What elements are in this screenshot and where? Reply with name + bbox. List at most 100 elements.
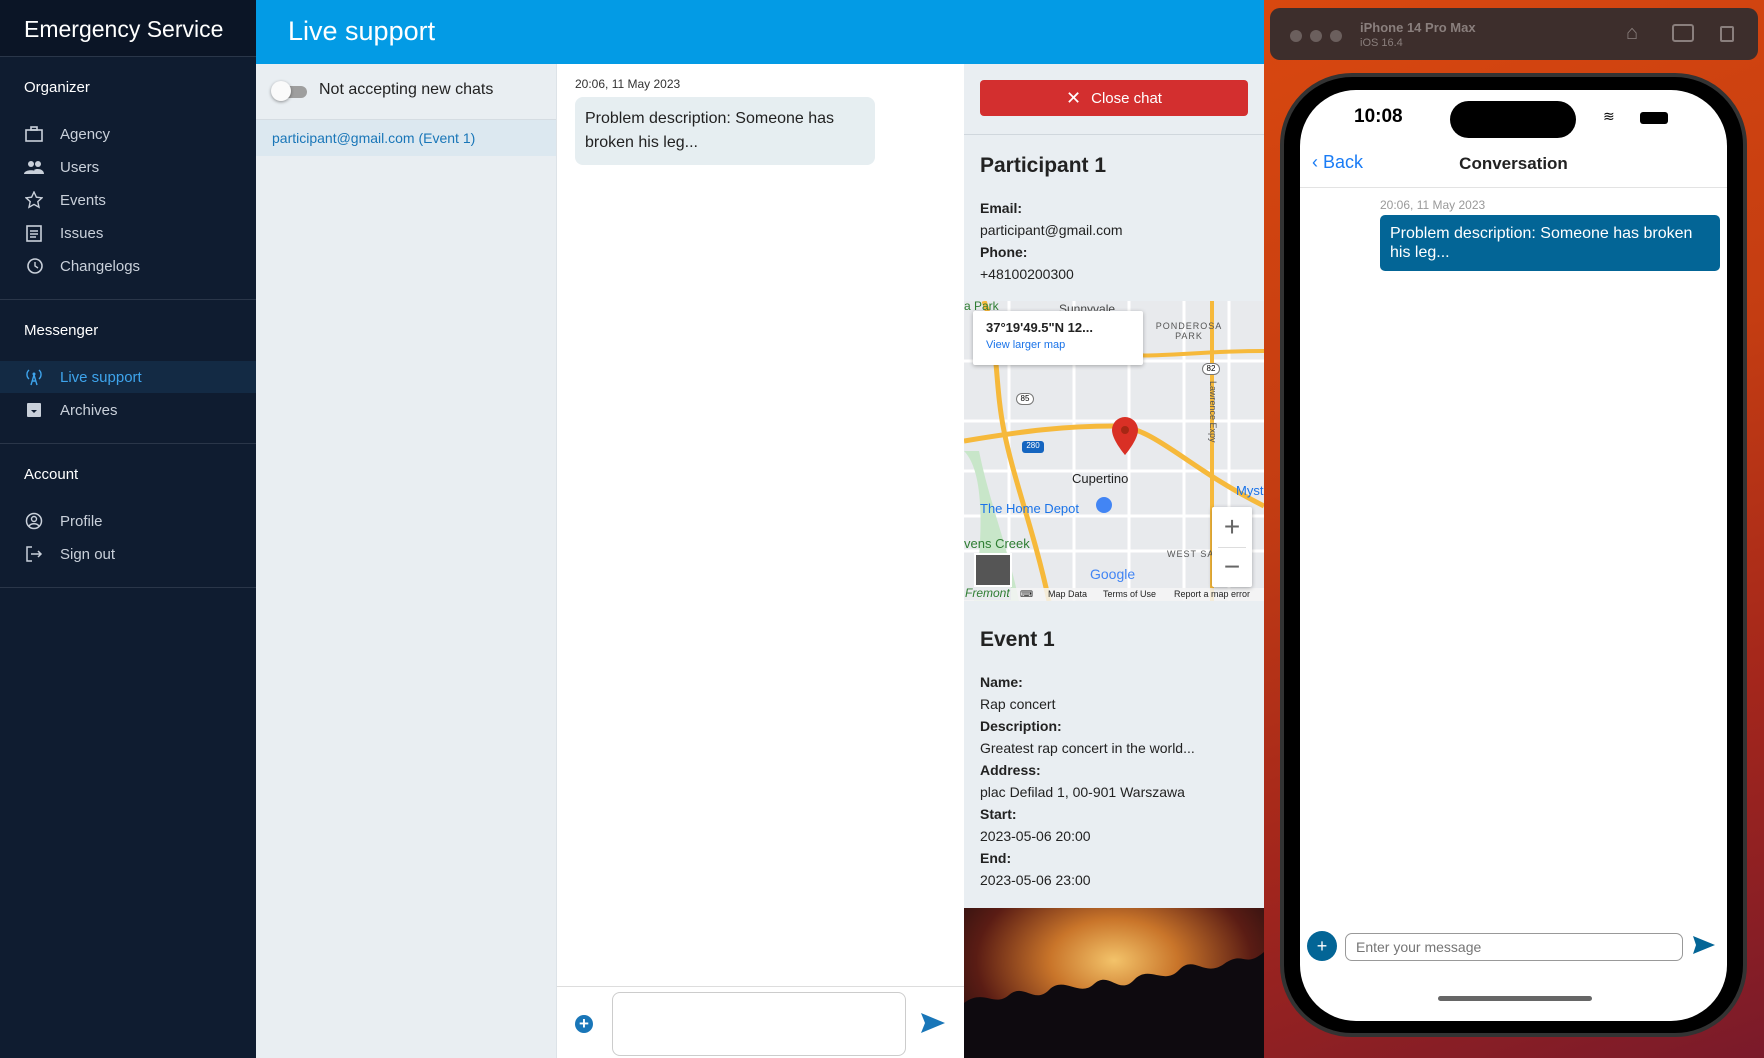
view-larger-map-link[interactable]: View larger map <box>986 339 1130 351</box>
phone-value: +48100200300 <box>980 266 1074 282</box>
divider <box>557 986 964 987</box>
address-label: Address: <box>980 762 1041 778</box>
message-input[interactable] <box>612 992 906 1056</box>
map-label: The Home Depot <box>980 501 1079 516</box>
archive-icon <box>24 400 44 420</box>
close-icon: ✕ <box>1066 87 1082 108</box>
map-label: Fremont <box>964 586 1011 600</box>
nav-title: Conversation <box>1459 154 1568 173</box>
map-label: Lawrence Expy <box>1208 381 1218 443</box>
sidebar-item-events[interactable]: Events <box>0 184 256 216</box>
window-close-button[interactable] <box>1290 30 1302 42</box>
close-chat-button[interactable]: ✕ Close chat <box>980 80 1248 116</box>
toggle-label: Not accepting new chats <box>319 81 494 98</box>
map-coordinates: 37°19'49.5"N 12... <box>986 320 1093 335</box>
satellite-toggle[interactable] <box>974 553 1012 587</box>
home-indicator <box>1438 996 1592 1001</box>
sidebar: Emergency Service Organizer Agency Users… <box>0 0 256 1058</box>
device-name: iPhone 14 Pro Max <box>1360 20 1476 35</box>
sidebar-item-users[interactable]: Users <box>0 151 256 183</box>
rotate-icon[interactable] <box>1720 26 1734 42</box>
attach-plus-icon[interactable]: + <box>575 1015 593 1033</box>
accepting-chats-toggle[interactable] <box>271 81 307 101</box>
zoom-in-button[interactable]: + <box>1212 507 1252 547</box>
sidebar-item-label: Changelogs <box>60 257 141 275</box>
star-icon <box>24 190 44 210</box>
route-shield: 280 <box>1022 441 1044 453</box>
google-logo: Google <box>1090 566 1136 582</box>
iphone-screen: 10:08 ≋ ‹ Back Conversation 20:06, 11 Ma… <box>1300 90 1727 1021</box>
chat-list-panel: Not accepting new chats participant@gmai… <box>256 64 557 1058</box>
shopping-pin-icon <box>1096 497 1112 513</box>
terms-link[interactable]: Terms of Use <box>1103 589 1156 599</box>
status-time: 10:08 <box>1354 106 1403 127</box>
map[interactable]: a Park Sunnyvale PONDEROSA PARK 82 85 28… <box>964 301 1264 601</box>
os-version: iOS 16.4 <box>1360 37 1403 49</box>
home-icon[interactable]: ⌂ <box>1626 22 1638 45</box>
map-data-link[interactable]: Map Data <box>1048 589 1087 599</box>
ios-simulator: iPhone 14 Pro Max iOS 16.4 ⌂ 10:08 ≋ ‹ B… <box>1264 0 1764 1058</box>
map-label: PONDEROSA PARK <box>1155 321 1223 341</box>
page-title: Live support <box>256 0 1264 64</box>
sidebar-item-sign-out[interactable]: Sign out <box>0 538 256 570</box>
message-time: 20:06, 11 May 2023 <box>1380 198 1486 212</box>
user-circle-icon <box>24 511 44 531</box>
address-value: plac Defilad 1, 00-901 Warszawa <box>980 784 1185 800</box>
sidebar-item-agency[interactable]: Agency <box>0 118 256 150</box>
app-brand: Emergency Service <box>0 0 256 57</box>
window-zoom-button[interactable] <box>1330 30 1342 42</box>
section-account: Account <box>24 466 79 483</box>
simulator-toolbar: iPhone 14 Pro Max iOS 16.4 ⌂ <box>1270 8 1758 60</box>
sidebar-item-label: Issues <box>60 224 104 242</box>
screenshot-icon[interactable] <box>1672 24 1694 42</box>
divider <box>964 134 1264 135</box>
map-label: Cupertino <box>1072 471 1129 486</box>
phone-label: Phone: <box>980 244 1028 260</box>
dynamic-island <box>1450 101 1576 138</box>
start-label: Start: <box>980 806 1017 822</box>
details-panel: ✕ Close chat Participant 1 Email: partici… <box>964 64 1264 1058</box>
sidebar-item-issues[interactable]: Issues <box>0 217 256 249</box>
section-organizer: Organizer <box>24 79 90 96</box>
route-shield: 82 <box>1202 363 1220 375</box>
map-marker-icon[interactable] <box>1111 417 1139 458</box>
clipboard-icon <box>24 223 44 243</box>
event-image <box>964 908 1264 1058</box>
end-label: End: <box>980 850 1012 866</box>
window-minimize-button[interactable] <box>1310 30 1322 42</box>
report-error-link[interactable]: Report a map error <box>1174 589 1250 599</box>
divider <box>0 299 256 300</box>
sidebar-item-live-support[interactable]: Live support <box>0 361 256 393</box>
name-label: Name: <box>980 674 1023 690</box>
sidebar-item-label: Sign out <box>60 545 116 563</box>
chat-list-item[interactable]: participant@gmail.com (Event 1) <box>256 120 556 156</box>
sidebar-item-profile[interactable]: Profile <box>0 505 256 537</box>
attach-plus-button[interactable]: + <box>1307 931 1337 961</box>
participant-title: Participant 1 <box>980 154 1107 177</box>
message-input[interactable] <box>1345 933 1683 961</box>
sidebar-item-changelogs[interactable]: Changelogs <box>0 250 256 282</box>
close-chat-label: Close chat <box>1091 89 1162 107</box>
sidebar-item-label: Archives <box>60 401 118 419</box>
send-icon[interactable] <box>1693 936 1715 959</box>
history-icon <box>24 256 44 276</box>
send-icon[interactable] <box>921 1013 945 1038</box>
users-icon <box>24 157 44 177</box>
keyboard-icon[interactable]: ⌨ <box>1020 589 1033 600</box>
sidebar-item-label: Agency <box>60 125 111 143</box>
message-bubble: Problem description: Someone has broken … <box>575 97 875 165</box>
wifi-icon: ≋ <box>1603 108 1615 124</box>
zoom-out-button[interactable]: − <box>1212 547 1252 587</box>
message-bubble: Problem description: Someone has broken … <box>1380 215 1720 271</box>
start-value: 2023-05-06 20:00 <box>980 828 1091 844</box>
broadcast-icon <box>24 367 44 387</box>
briefcase-icon <box>24 124 44 144</box>
zoom-controls: + − <box>1212 507 1252 587</box>
route-shield: 85 <box>1016 393 1034 405</box>
email-label: Email: <box>980 200 1023 216</box>
divider <box>0 587 256 588</box>
sidebar-item-label: Profile <box>60 512 103 530</box>
map-info-card: 37°19'49.5"N 12... View larger map <box>973 311 1143 365</box>
section-messenger: Messenger <box>24 322 99 339</box>
sidebar-item-archives[interactable]: Archives <box>0 394 256 426</box>
